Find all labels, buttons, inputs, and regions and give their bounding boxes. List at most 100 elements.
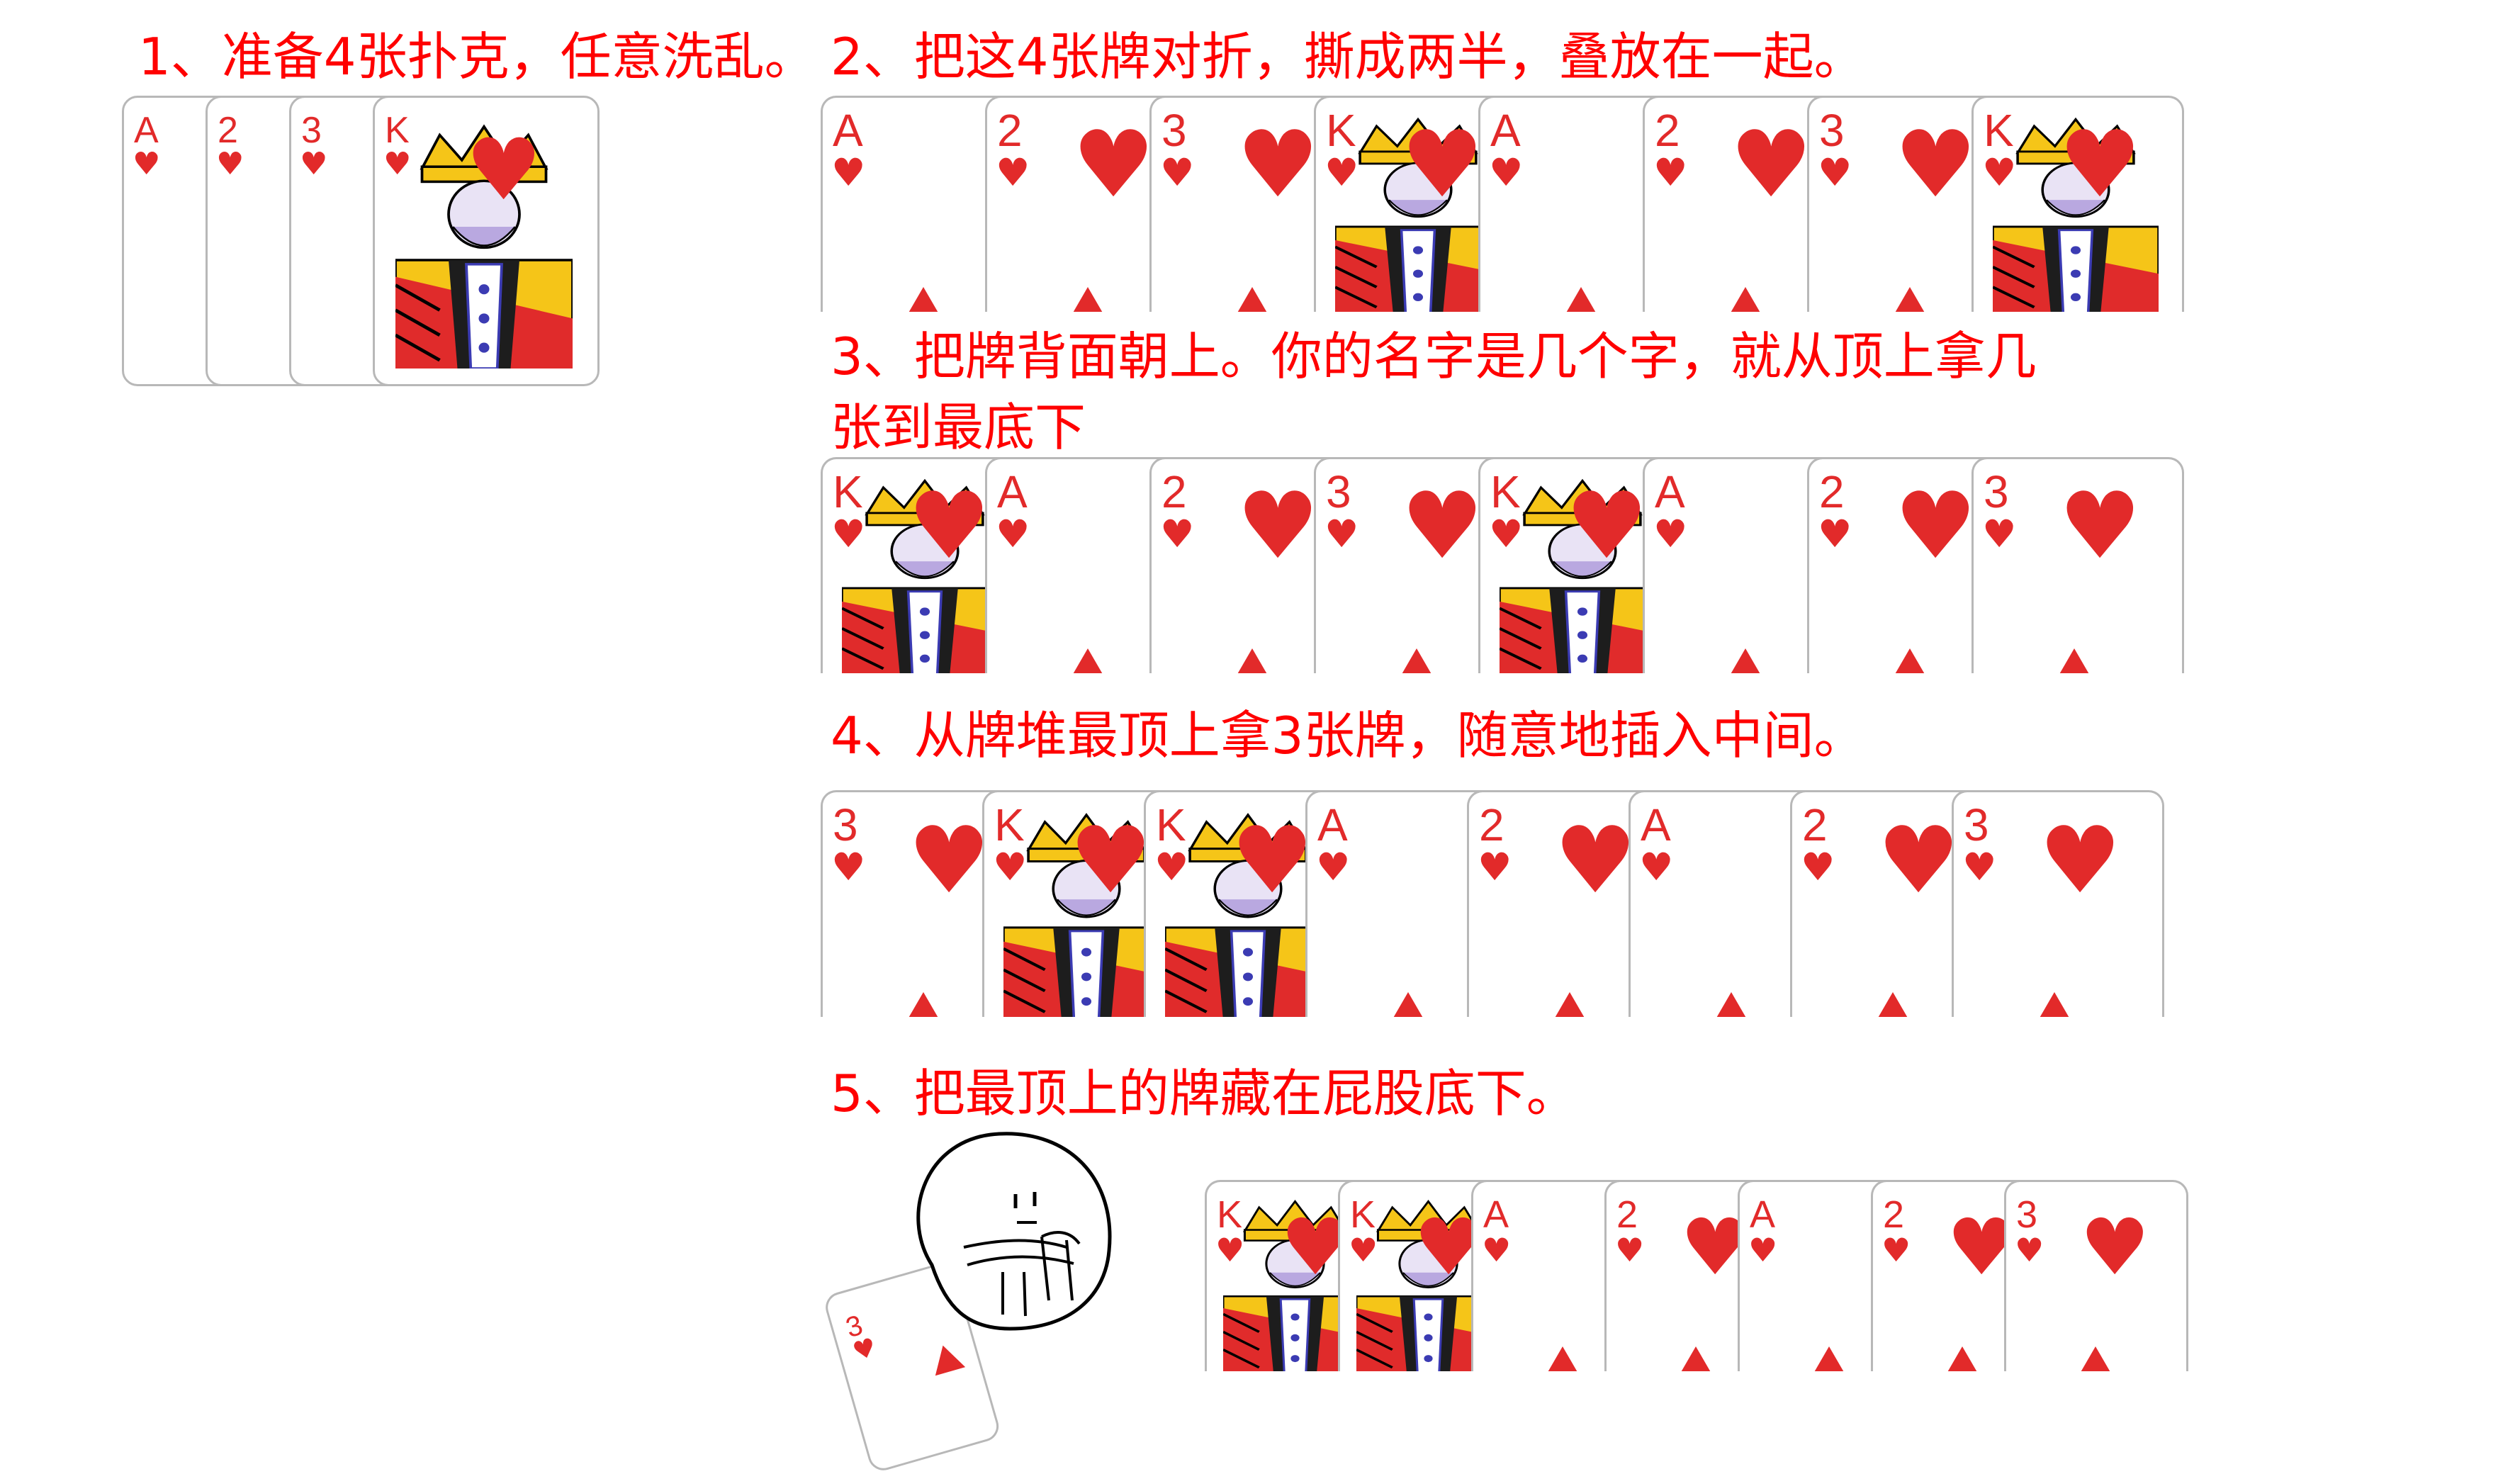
step-1-title: 1、准备4张扑克，任意洗乱。 (138, 27, 816, 86)
step-3-title-line-1: 3、把牌背面朝上。你的名字是几个字，就从顶上拿几 (831, 327, 2037, 386)
heart-icon: ♥ (1565, 472, 1648, 580)
heart-icon: ♥ (1730, 111, 1813, 218)
heart-icon: ♥ (1324, 150, 1359, 195)
heart-icon: ♥ (1801, 845, 1835, 889)
heart-tip-icon (1554, 992, 1585, 1017)
heart-tip-icon (1547, 1346, 1578, 1371)
heart-icon: ♥ (996, 150, 1030, 195)
heart-icon: ♥ (1478, 845, 1512, 889)
card-rank: 2 (1479, 799, 1504, 850)
heart-icon: ♥ (1482, 1231, 1512, 1269)
heart-tip-icon (2059, 648, 2090, 673)
heart-icon: ♥ (831, 150, 866, 195)
heart-icon: ♥ (466, 121, 542, 220)
heart-icon: ♥ (2039, 806, 2122, 914)
heart-icon: ♥ (831, 512, 866, 556)
heart-tip-icon (1680, 1346, 1711, 1371)
card-rank: 2 (218, 110, 238, 151)
heart-icon: ♥ (1349, 1231, 1378, 1269)
heart-icon: ♥ (2015, 1231, 2044, 1269)
heart-icon: ♥ (1160, 512, 1195, 556)
card-rank: K (1984, 105, 2014, 156)
heart-icon: ♥ (300, 146, 328, 182)
step-3-title-line-2: 张到最底下 (831, 398, 1086, 457)
playing-card: 3♥♥ (2004, 1180, 2188, 1371)
card-rank: 2 (1161, 466, 1187, 517)
card-rank: K (994, 799, 1025, 850)
heart-icon: ♥ (1818, 512, 1852, 556)
heart-tip-icon (2080, 1346, 2111, 1371)
step-5-title: 5、把最顶上的牌藏在屁股底下。 (831, 1064, 1577, 1123)
heart-tip-icon (1947, 1346, 1978, 1371)
heart-icon: ♥ (1324, 512, 1359, 556)
heart-icon: ♥ (1962, 845, 1997, 889)
step-4-title: 4、从牌堆最顶上拿3张牌，随意地插入中间。 (831, 706, 1865, 765)
card-rank: 2 (997, 105, 1023, 156)
heart-tip-icon (908, 287, 939, 312)
heart-tip-icon (1877, 992, 1908, 1017)
heart-icon: ♥ (1489, 512, 1524, 556)
card-rank: 3 (2016, 1193, 2038, 1236)
heart-icon: ♥ (1237, 111, 1320, 218)
card-rank: 2 (1655, 105, 1680, 156)
card-rank: 2 (1802, 799, 1828, 850)
card-rank: K (1156, 799, 1186, 850)
card-rank: A (1641, 799, 1671, 850)
card-rank: 3 (1326, 466, 1351, 517)
heart-tip-icon (1730, 287, 1761, 312)
heart-icon: ♥ (1982, 512, 2017, 556)
heart-tip-icon (1565, 287, 1597, 312)
card-rank: A (1750, 1193, 1776, 1236)
heart-icon: ♥ (1818, 150, 1852, 195)
heart-icon: ♥ (1231, 806, 1314, 914)
heart-icon: ♥ (1489, 150, 1524, 195)
card-rank: A (134, 110, 159, 151)
heart-icon: ♥ (1894, 472, 1977, 580)
heart-icon: ♥ (849, 1332, 880, 1367)
heart-icon: ♥ (1215, 1231, 1245, 1269)
card-rank: K (833, 466, 863, 517)
playing-card: K ♥ ♥ (373, 96, 600, 386)
heart-tip-icon (1237, 287, 1268, 312)
heart-icon: ♥ (1881, 1231, 1911, 1269)
playing-card: 3♥♥ (1971, 457, 2184, 673)
card-rank: 3 (1819, 105, 1845, 156)
heart-icon: ♥ (1316, 845, 1351, 889)
heart-tip-icon (1730, 648, 1761, 673)
blob-character-icon (896, 1123, 1144, 1336)
card-rank: 3 (1161, 105, 1187, 156)
card-rank: 3 (301, 110, 322, 151)
card-rank: K (1326, 105, 1356, 156)
card-rank: 3 (833, 799, 858, 850)
heart-icon: ♥ (1160, 150, 1195, 195)
heart-icon: ♥ (1748, 1231, 1778, 1269)
heart-icon: ♥ (996, 512, 1030, 556)
heart-tip-icon (1401, 648, 1432, 673)
card-rank: A (997, 466, 1028, 517)
heart-tip-icon (908, 992, 939, 1017)
card-rank: A (833, 105, 863, 156)
heart-icon: ♥ (1069, 806, 1152, 914)
card-rank: A (1483, 1193, 1509, 1236)
heart-icon: ♥ (1877, 806, 1960, 914)
heart-icon: ♥ (1401, 111, 1484, 218)
heart-icon: ♥ (133, 146, 161, 182)
card-rank: 2 (1616, 1193, 1638, 1236)
card-rank: K (1490, 466, 1521, 517)
heart-icon: ♥ (1982, 150, 2017, 195)
card-rank: 2 (1819, 466, 1845, 517)
heart-icon: ♥ (1615, 1231, 1645, 1269)
card-rank: A (1655, 466, 1685, 517)
card-rank: A (1317, 799, 1348, 850)
heart-icon: ♥ (1154, 845, 1189, 889)
heart-icon: ♥ (1072, 111, 1155, 218)
heart-tip-icon (1072, 287, 1103, 312)
step-2-title: 2、把这4张牌对折，撕成两半，叠放在一起。 (831, 27, 1865, 86)
heart-icon: ♥ (908, 806, 991, 914)
heart-tip-icon (1237, 648, 1268, 673)
heart-icon: ♥ (993, 845, 1028, 889)
heart-icon: ♥ (2059, 472, 2142, 580)
card-rank: K (385, 110, 410, 151)
card-rank: 2 (1883, 1193, 1905, 1236)
heart-tip-icon (1894, 648, 1925, 673)
